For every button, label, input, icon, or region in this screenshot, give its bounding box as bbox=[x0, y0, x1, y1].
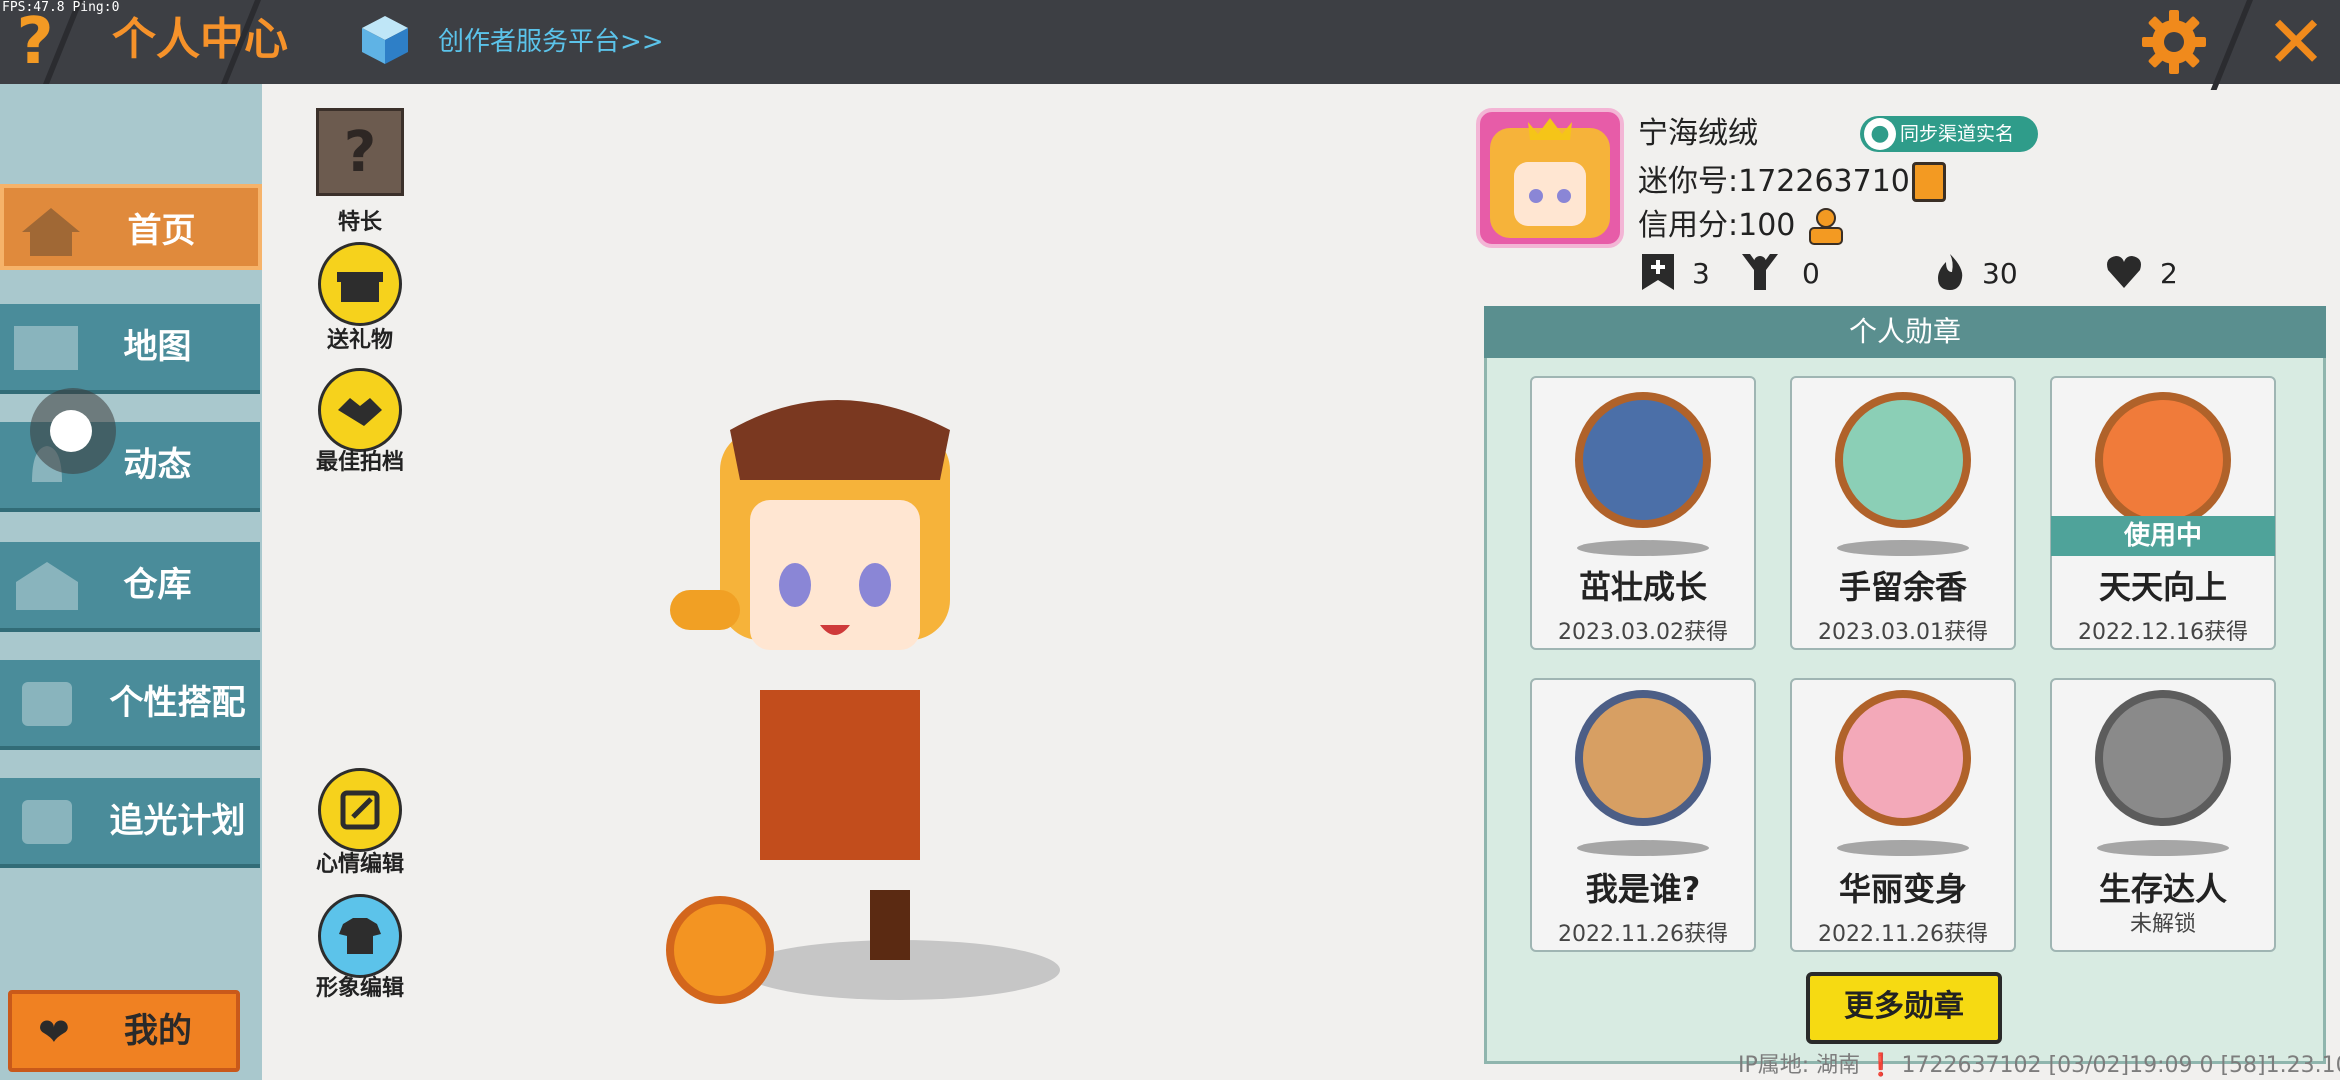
mine-button[interactable]: ❤ 我的 bbox=[8, 990, 240, 1072]
gear-icon[interactable] bbox=[2138, 6, 2210, 78]
frog-badge-icon bbox=[1575, 392, 1711, 528]
badge-date: 2023.03.01获得 bbox=[1818, 620, 1988, 645]
badge-name: 茁壮成长 bbox=[1578, 568, 1707, 606]
badge-date: 2023.03.02获得 bbox=[1558, 620, 1728, 645]
badge-date: 2022.12.16获得 bbox=[2078, 620, 2248, 645]
more-badges-button[interactable]: 更多勋章 bbox=[1806, 972, 2002, 1044]
sidebar-item-map[interactable]: 地图 bbox=[0, 304, 260, 394]
sidebar-item-label: 仓库 bbox=[123, 565, 192, 605]
fps-readout: FPS:47.8 Ping:0 bbox=[2, 0, 120, 15]
best-partner-button[interactable] bbox=[318, 368, 402, 452]
footer-info: IP属地: 湖南 ❗ 1722637102 [03/02]19:09 0 [58… bbox=[1738, 1053, 2340, 1078]
mini-id: 迷你号:1722637102 bbox=[1638, 164, 1929, 199]
cheer-icon bbox=[1742, 254, 1778, 290]
avatar-portrait bbox=[1490, 118, 1610, 238]
heart-icon bbox=[2107, 256, 2141, 288]
mine-label: 我的 bbox=[124, 1011, 192, 1051]
sprout-badge-icon bbox=[1835, 392, 1971, 528]
top-bar bbox=[0, 0, 2340, 84]
badge-name: 生存达人 bbox=[2098, 870, 2227, 908]
image-edit-button[interactable] bbox=[318, 894, 402, 978]
specialty-button[interactable]: ? bbox=[316, 108, 404, 196]
sidebar-item-label: 地图 bbox=[123, 327, 192, 367]
edit-icon bbox=[340, 790, 380, 830]
badge-name: 华丽变身 bbox=[1838, 870, 1967, 908]
creator-platform-link[interactable]: 创作者服务平台>> bbox=[438, 22, 664, 62]
send-gift-label: 送礼物 bbox=[326, 328, 393, 353]
badge-name: 手留余香 bbox=[1838, 568, 1967, 606]
specialty-label: 特长 bbox=[337, 210, 382, 235]
mood-edit-button[interactable] bbox=[318, 768, 402, 852]
player-name: 宁海绒绒 bbox=[1638, 116, 1758, 151]
avatar[interactable] bbox=[1476, 108, 1624, 248]
stat-likes: 0 bbox=[1802, 257, 1820, 290]
cube-icon[interactable] bbox=[360, 14, 410, 66]
stat-favorites: 2 bbox=[2160, 257, 2178, 290]
calendar-badge-icon bbox=[2095, 392, 2231, 528]
image-edit-label: 形象编辑 bbox=[315, 976, 404, 1001]
stat-popularity: 30 bbox=[1982, 257, 2018, 290]
badge-date: 2022.11.26获得 bbox=[1558, 922, 1728, 947]
credit-icon[interactable] bbox=[1806, 206, 1846, 246]
badge-shadow bbox=[2097, 840, 2229, 856]
badge-shadow bbox=[1577, 840, 1709, 856]
flame-icon bbox=[1938, 254, 1963, 290]
sidebar-item-label: 个性搭配 bbox=[109, 683, 246, 723]
badge-date: 未解锁 bbox=[2129, 912, 2196, 937]
sidebar-item-outfit[interactable]: 个性搭配 bbox=[0, 660, 260, 750]
gift-icon bbox=[337, 272, 383, 302]
heart-icon: ❤ bbox=[38, 1010, 70, 1054]
envelope-badge-icon bbox=[1575, 690, 1711, 826]
badge-shadow bbox=[1837, 840, 1969, 856]
badge-date: 2022.11.26获得 bbox=[1818, 922, 1988, 947]
sidebar-item-label: 首页 bbox=[127, 211, 196, 251]
badge-shadow bbox=[1577, 540, 1709, 556]
credit-score: 信用分:100 bbox=[1638, 208, 1796, 243]
badge-name: 我是谁? bbox=[1585, 870, 1701, 908]
sidebar-item-home[interactable]: 首页 bbox=[0, 184, 262, 270]
player-character bbox=[666, 400, 1060, 1004]
send-gift-button[interactable] bbox=[318, 242, 402, 326]
mood-edit-label: 心情编辑 bbox=[315, 852, 404, 877]
sidebar-item-warehouse[interactable]: 仓库 bbox=[0, 542, 260, 632]
page-title: 个人中心 bbox=[112, 14, 288, 65]
badge-panel-title: 个人勋章 bbox=[1484, 306, 2326, 358]
copy-icon[interactable] bbox=[1912, 162, 1946, 202]
sidebar-item-plan[interactable]: 追光计划 bbox=[0, 778, 260, 868]
stat-followers: 3 bbox=[1692, 257, 1710, 290]
handshake-icon bbox=[338, 398, 382, 426]
joystick-knob[interactable] bbox=[50, 410, 92, 452]
badge-name: 天天向上 bbox=[2098, 568, 2227, 606]
user-icon: ● bbox=[1864, 118, 1896, 150]
dinosaur-badge-icon bbox=[1835, 690, 1971, 826]
shirt-icon bbox=[339, 918, 381, 954]
best-partner-label: 最佳拍档 bbox=[315, 450, 404, 475]
sidebar-item-label: 追光计划 bbox=[109, 801, 246, 841]
campfire-badge-icon bbox=[2095, 690, 2231, 826]
badge-shadow bbox=[1837, 540, 1969, 556]
in-use-badge: 使用中 bbox=[2051, 516, 2275, 556]
close-button[interactable]: ✕ bbox=[2260, 6, 2332, 78]
bookmark-plus-icon bbox=[1642, 254, 1674, 290]
